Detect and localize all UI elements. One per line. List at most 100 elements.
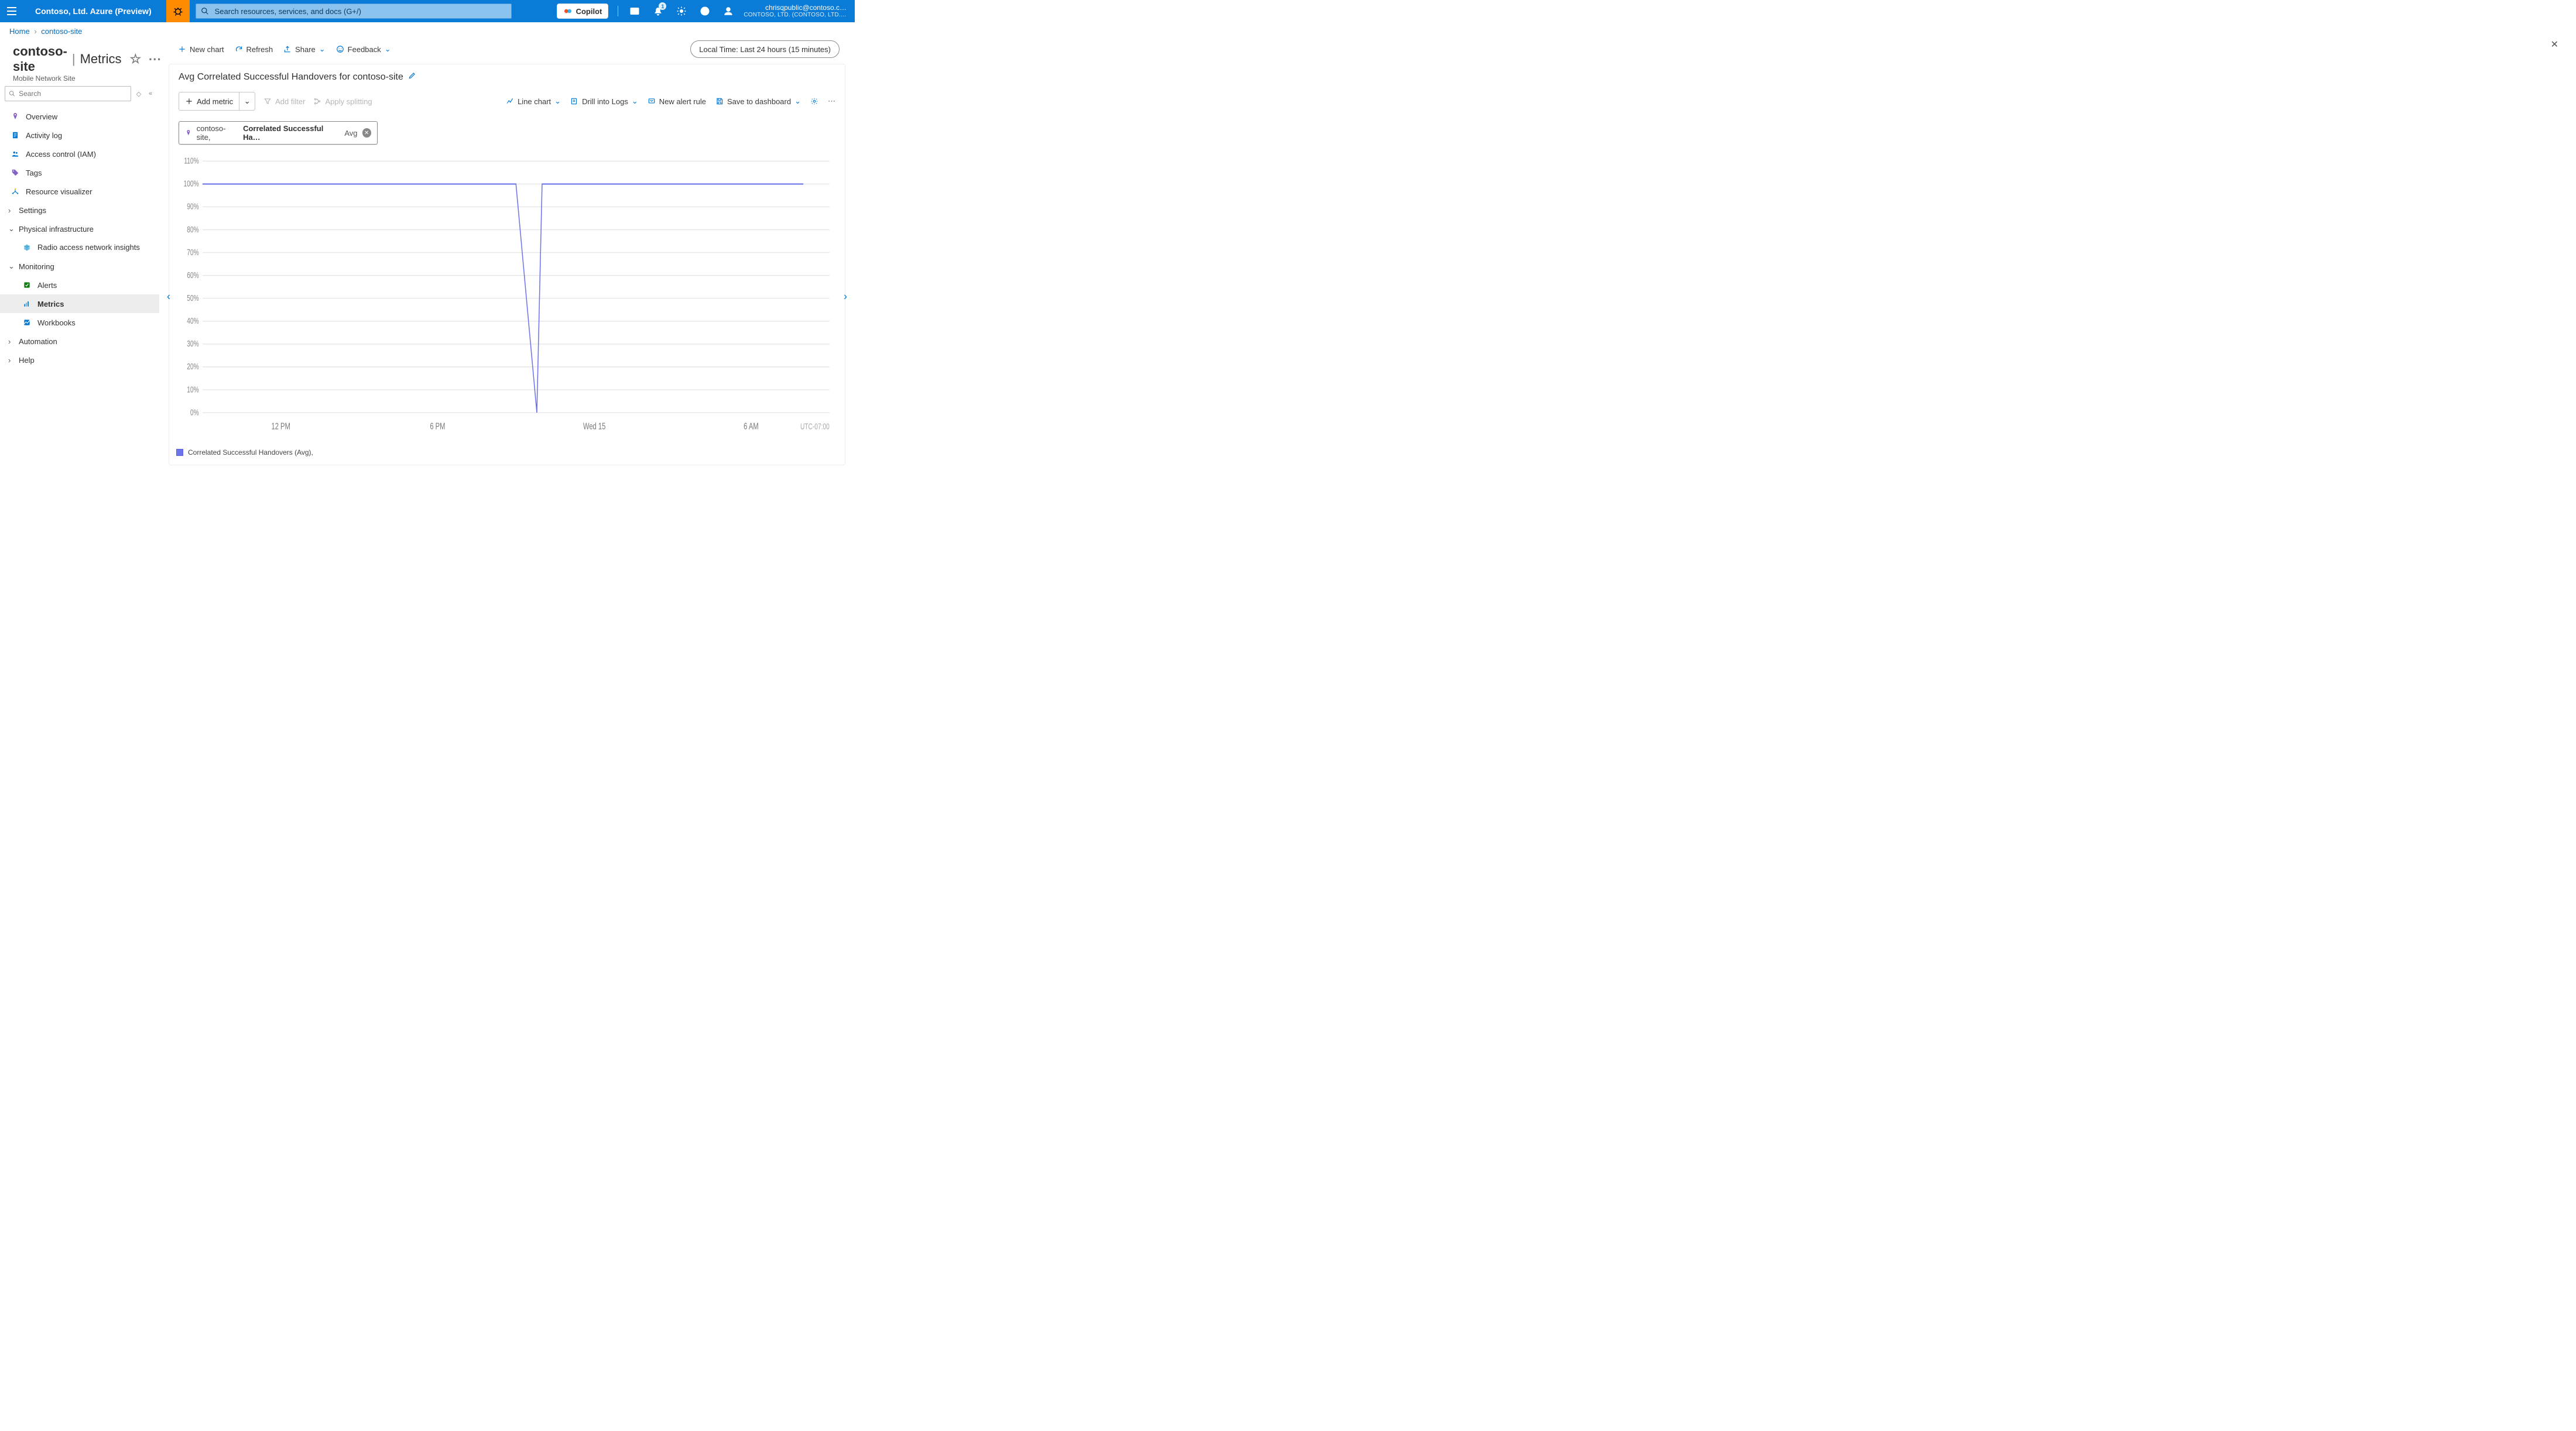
chevron-down-icon: ⌄ [8, 224, 15, 234]
chart-area: ‹ › 0%10%20%30%40%50%60%70%80%90%100%110… [169, 149, 845, 444]
chart-prev-button[interactable]: ‹ [167, 290, 170, 303]
feedback-button[interactable]: Feedback ⌄ [336, 44, 391, 54]
sidebar-item-tags[interactable]: Tags [0, 163, 159, 182]
sidebar-group-settings[interactable]: › Settings [0, 201, 159, 219]
new-chart-button[interactable]: New chart [178, 45, 224, 54]
sidebar-item-label: Overview [26, 112, 155, 121]
chart-toolbar: Add metric ⌄ Add filter Apply splitting … [169, 88, 845, 116]
help-icon[interactable] [693, 0, 717, 22]
sidebar-item-label: Activity log [26, 131, 155, 140]
sidebar-group-physical[interactable]: ⌄ Physical infrastructure [0, 219, 159, 238]
collapse-panel-icon[interactable]: « [146, 90, 155, 97]
cloud-shell-icon[interactable] [623, 0, 646, 22]
sidebar-item-label: Metrics [37, 300, 155, 308]
svg-text:50%: 50% [187, 293, 198, 303]
remove-metric-button[interactable]: ✕ [362, 128, 372, 138]
metrics-toolbar: New chart Refresh Share ⌄ Feedback ⌄ Loc… [169, 36, 845, 64]
svg-text:40%: 40% [187, 316, 198, 325]
button-label: Add filter [275, 97, 305, 106]
sidebar-group-monitoring[interactable]: ⌄ Monitoring [0, 257, 159, 276]
breadcrumb-home[interactable]: Home [9, 27, 30, 36]
svg-text:6 AM: 6 AM [744, 421, 759, 431]
tag-icon [11, 168, 20, 177]
breadcrumb: Home › contoso-site [0, 22, 855, 36]
chart-settings-button[interactable] [810, 97, 818, 105]
chart-next-button[interactable]: › [844, 290, 847, 303]
chart-legend: Correlated Successful Handovers (Avg), [169, 444, 845, 465]
sidebar-item-resource-visualizer[interactable]: Resource visualizer [0, 182, 159, 201]
new-alert-rule-button[interactable]: New alert rule [648, 97, 706, 106]
page-name: Metrics [80, 52, 122, 67]
edit-title-button[interactable] [408, 71, 416, 83]
save-dashboard-button[interactable]: Save to dashboard ⌄ [715, 97, 801, 106]
svg-text:Wed 15: Wed 15 [583, 421, 606, 431]
chart-more-button[interactable]: ⋯ [828, 97, 835, 106]
time-range-selector[interactable]: Local Time: Last 24 hours (15 minutes) [690, 40, 840, 58]
sidebar-group-label: Automation [19, 337, 57, 346]
svg-text:10%: 10% [187, 385, 198, 394]
resource-title-row: contoso-site | Metrics ☆ ⋯ Mobile Networ… [0, 40, 159, 83]
sidebar-group-help[interactable]: › Help [0, 351, 159, 369]
settings-icon[interactable] [670, 0, 693, 22]
notifications-icon[interactable]: 1 [646, 0, 670, 22]
sidebar-item-overview[interactable]: Overview [0, 107, 159, 126]
global-search[interactable] [196, 4, 512, 19]
chevron-down-icon: ⌄ [632, 97, 638, 106]
chart-title: Avg Correlated Successful Handovers for … [169, 64, 845, 88]
sidebar-item-ran-insights[interactable]: Radio access network insights [0, 238, 159, 257]
add-filter-button[interactable]: Add filter [263, 97, 305, 106]
notifications-badge: 1 [659, 2, 666, 10]
resource-type: Mobile Network Site [13, 74, 161, 83]
sidebar-item-label: Alerts [37, 281, 155, 290]
expand-collapse-icon[interactable]: ◇ [135, 90, 143, 98]
sidebar-item-access-control[interactable]: Access control (IAM) [0, 145, 159, 163]
copilot-button[interactable]: Copilot [557, 4, 609, 19]
svg-text:70%: 70% [187, 248, 198, 257]
metric-chip[interactable]: contoso-site, Correlated Successful Ha… … [179, 121, 378, 145]
chevron-down-icon: ⌄ [8, 262, 15, 271]
button-label: Add metric [197, 97, 233, 106]
tenant-name[interactable]: Contoso, Ltd. Azure (Preview) [35, 6, 152, 16]
cube-icon [22, 243, 32, 252]
feedback-top-icon[interactable] [717, 0, 740, 22]
sidebar-item-workbooks[interactable]: Workbooks [0, 313, 159, 332]
sidebar-search[interactable] [5, 86, 131, 101]
chevron-down-icon: ⌄ [385, 44, 391, 54]
user-account[interactable]: chrisqpublic@contoso.c… CONTOSO, LTD. (C… [744, 4, 847, 18]
svg-text:80%: 80% [187, 225, 198, 234]
sidebar-group-automation[interactable]: › Automation [0, 332, 159, 351]
refresh-button[interactable]: Refresh [235, 45, 273, 54]
drill-logs-button[interactable]: Drill into Logs ⌄ [570, 97, 638, 106]
bug-icon[interactable] [166, 0, 190, 22]
button-label: Save to dashboard [727, 97, 791, 106]
pencil-icon [408, 71, 416, 80]
global-search-input[interactable] [214, 6, 511, 16]
svg-text:60%: 60% [187, 270, 198, 280]
svg-text:100%: 100% [184, 179, 199, 188]
sidebar-search-input[interactable] [18, 89, 127, 98]
user-tenant: CONTOSO, LTD. (CONTOSO, LTD.… [744, 12, 847, 18]
sidebar-item-alerts[interactable]: Alerts [0, 276, 159, 294]
sidebar-group-label: Monitoring [19, 262, 54, 271]
sidebar-item-activity-log[interactable]: Activity log [0, 126, 159, 145]
sidebar-group-label: Physical infrastructure [19, 225, 94, 234]
apply-splitting-button[interactable]: Apply splitting [313, 97, 372, 106]
hamburger-menu[interactable] [0, 0, 23, 22]
sidebar-item-metrics[interactable]: Metrics [0, 294, 159, 313]
search-icon [9, 90, 15, 97]
split-icon [313, 97, 321, 105]
top-bar: Contoso, Ltd. Azure (Preview) Copilot 1 … [0, 0, 855, 22]
add-metric-button[interactable]: Add metric ⌄ [179, 92, 255, 111]
time-range-label: Local Time: Last 24 hours (15 minutes) [699, 45, 831, 54]
people-icon [11, 149, 20, 159]
alerts-icon [22, 280, 32, 290]
sidebar-item-label: Tags [26, 169, 155, 177]
add-metric-chevron[interactable]: ⌄ [239, 97, 255, 106]
breadcrumb-current[interactable]: contoso-site [41, 27, 82, 36]
share-button[interactable]: Share ⌄ [283, 44, 326, 54]
sidebar-item-label: Resource visualizer [26, 187, 155, 196]
chart-type-selector[interactable]: Line chart ⌄ [506, 97, 561, 106]
page-title: contoso-site | Metrics ☆ ⋯ [13, 44, 161, 74]
copilot-label: Copilot [576, 7, 602, 16]
favorite-button[interactable]: ☆ [130, 52, 142, 67]
